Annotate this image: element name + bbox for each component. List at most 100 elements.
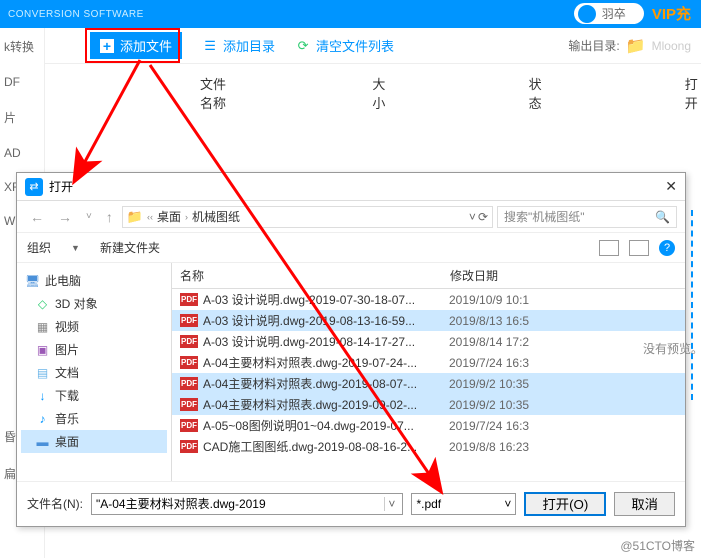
sidebar-item[interactable]: DF [0, 65, 44, 99]
tree-music[interactable]: ♪音乐 [21, 407, 167, 430]
folder-tree: 🖥此电脑 ◇3D 对象 ▦视频 ▣图片 ▤文档 ↓下载 ♪音乐 ▬桌面 [17, 263, 172, 481]
file-date: 2019/8/14 17:2 [449, 335, 529, 349]
file-filter[interactable]: *.pdf ˅ [411, 493, 516, 515]
file-name: A-04主要材料对照表.dwg-2019-08-07-... [203, 375, 449, 392]
dropdown-icon[interactable]: ▼ [71, 243, 80, 253]
sidebar-item[interactable]: 片 [0, 99, 44, 136]
file-date: 2019/9/2 10:35 [449, 398, 529, 412]
sidebar-item[interactable]: AD [0, 136, 44, 170]
tree-pictures[interactable]: ▣图片 [21, 338, 167, 361]
pdf-icon: PDF [180, 398, 198, 411]
chevron-icon: › [185, 212, 188, 222]
col-date[interactable]: 修改日期 [450, 267, 677, 284]
file-row[interactable]: PDFA-03 设计说明.dwg-2019-07-30-18-07...2019… [172, 289, 685, 310]
recent-icon[interactable]: ˅ [81, 211, 97, 222]
refresh-icon: ⟳ [295, 38, 311, 54]
file-row[interactable]: PDFA-04主要材料对照表.dwg-2019-07-24-...2019/7/… [172, 352, 685, 373]
filename-input[interactable]: "A-04主要材料对照表.dwg-2019 ˅ [91, 493, 403, 515]
tree-videos[interactable]: ▦视频 [21, 315, 167, 338]
file-date: 2019/10/9 10:1 [449, 293, 529, 307]
organize-row: 组织 ▼ 新建文件夹 ? [17, 233, 685, 263]
clear-list-label: 清空文件列表 [316, 36, 394, 55]
add-file-button[interactable]: + 添加文件 [90, 32, 182, 59]
dropzone-border [691, 210, 693, 400]
col-name[interactable]: 名称 [180, 267, 450, 284]
music-icon: ♪ [35, 412, 50, 426]
pdf-icon: PDF [180, 335, 198, 348]
user-pill[interactable]: 羽卒 [574, 3, 644, 24]
file-row[interactable]: PDFA-03 设计说明.dwg-2019-08-13-16-59...2019… [172, 310, 685, 331]
file-rows: PDFA-03 设计说明.dwg-2019-07-30-18-07...2019… [172, 289, 685, 481]
preview-pane-icon[interactable] [629, 240, 649, 256]
dialog-bottom: 文件名(N): "A-04主要材料对照表.dwg-2019 ˅ *.pdf ˅ … [17, 481, 685, 525]
sidebar-item[interactable]: k转换 [0, 28, 44, 65]
dialog-title: 打开 [49, 178, 73, 195]
refresh-icon[interactable]: ⟳ [478, 210, 488, 224]
dialog-nav: ← → ˅ ↑ 📁 ‹‹ 桌面 › 机械图纸 ˅⟳ 搜索"机械图纸" 🔍 [17, 201, 685, 233]
tree-3d-objects[interactable]: ◇3D 对象 [21, 292, 167, 315]
file-row[interactable]: PDF A-04主要材料对照表.dwg-2019-08-07-...2019/9/… [172, 373, 685, 394]
breadcrumb-part[interactable]: 桌面 [157, 208, 181, 225]
tree-documents[interactable]: ▤文档 [21, 361, 167, 384]
plus-icon: + [100, 39, 114, 53]
file-row[interactable]: PDF A-04主要材料对照表.dwg-2019-09-02-...2019/9/… [172, 394, 685, 415]
up-icon[interactable]: ↑ [101, 209, 118, 225]
file-date: 2019/9/2 10:35 [449, 377, 529, 391]
toolbar: + 添加文件 ☰ 添加目录 ⟳ 清空文件列表 输出目录: 📁 Mloong [0, 28, 701, 64]
file-date: 2019/8/13 16:5 [449, 314, 529, 328]
clear-list-button[interactable]: ⟳ 清空文件列表 [295, 36, 394, 55]
file-name: CAD施工图图纸.dwg-2019-08-08-16-2... [203, 438, 449, 455]
close-icon[interactable]: ✕ [665, 178, 677, 195]
search-icon: 🔍 [655, 210, 670, 224]
view-icon[interactable] [599, 240, 619, 256]
pdf-icon: PDF [180, 377, 198, 390]
pdf-icon: PDF [180, 293, 198, 306]
file-list-header: 名称 修改日期 [172, 263, 685, 289]
folder-icon[interactable]: 📁 [626, 36, 646, 56]
file-name: A-05~08图例说明01~04.dwg-2019-07... [203, 417, 449, 434]
open-dialog: ⇄ 打开 ✕ ← → ˅ ↑ 📁 ‹‹ 桌面 › 机械图纸 ˅⟳ 搜索"机械图纸… [16, 172, 686, 527]
pc-icon: 🖥 [25, 274, 40, 288]
header-right: 羽卒 VIP充 [574, 3, 691, 24]
dropdown-icon[interactable]: ˅ [469, 210, 476, 224]
cube-icon: ◇ [35, 297, 50, 311]
list-icon: ☰ [202, 38, 218, 54]
vip-badge[interactable]: VIP充 [652, 3, 691, 24]
document-icon: ▤ [35, 366, 50, 380]
search-placeholder: 搜索"机械图纸" [504, 208, 585, 225]
breadcrumb-part[interactable]: 机械图纸 [192, 208, 240, 225]
new-folder-button[interactable]: 新建文件夹 [100, 239, 160, 256]
tree-this-pc[interactable]: 🖥此电脑 [21, 269, 167, 292]
file-row[interactable]: PDFA-05~08图例说明01~04.dwg-2019-07...2019/7… [172, 415, 685, 436]
filename-value: "A-04主要材料对照表.dwg-2019 [96, 495, 384, 512]
output-path: Mloong [652, 39, 691, 53]
file-row[interactable]: PDF CAD施工图图纸.dwg-2019-08-08-16-2...2019/8… [172, 436, 685, 457]
file-list: 名称 修改日期 PDFA-03 设计说明.dwg-2019-07-30-18-0… [172, 263, 685, 481]
picture-icon: ▣ [35, 343, 50, 357]
chevron-icon: ‹‹ [147, 212, 153, 222]
back-icon[interactable]: ← [25, 209, 49, 225]
breadcrumb[interactable]: 📁 ‹‹ 桌面 › 机械图纸 ˅⟳ [122, 206, 493, 228]
tree-downloads[interactable]: ↓下载 [21, 384, 167, 407]
add-dir-button[interactable]: ☰ 添加目录 [202, 36, 275, 55]
open-button[interactable]: 打开(O) [524, 492, 606, 516]
search-input[interactable]: 搜索"机械图纸" 🔍 [497, 206, 677, 228]
forward-icon[interactable]: → [53, 209, 77, 225]
help-icon[interactable]: ? [659, 240, 675, 256]
dialog-titlebar: ⇄ 打开 ✕ [17, 173, 685, 201]
cancel-button[interactable]: 取消 [614, 492, 675, 516]
column-headers: 文件名称 大小 状态 打开 [0, 64, 701, 122]
file-name: A-04主要材料对照表.dwg-2019-07-24-... [203, 354, 449, 371]
file-name: A-03 设计说明.dwg-2019-08-14-17-27... [203, 333, 449, 350]
dropdown-icon[interactable]: ˅ [384, 497, 398, 511]
dialog-body: 🖥此电脑 ◇3D 对象 ▦视频 ▣图片 ▤文档 ↓下载 ♪音乐 ▬桌面 名称 修… [17, 263, 685, 481]
file-row[interactable]: PDF A-03 设计说明.dwg-2019-08-14-17-27...2019… [172, 331, 685, 352]
file-date: 2019/8/8 16:23 [449, 440, 529, 454]
filter-value: *.pdf [416, 497, 504, 511]
file-name: A-04主要材料对照表.dwg-2019-09-02-... [203, 396, 449, 413]
filename-label: 文件名(N): [27, 495, 83, 512]
dialog-icon: ⇄ [25, 178, 43, 196]
tree-desktop[interactable]: ▬桌面 [21, 430, 167, 453]
pdf-icon: PDF [180, 440, 198, 453]
organize-button[interactable]: 组织 [27, 239, 51, 256]
